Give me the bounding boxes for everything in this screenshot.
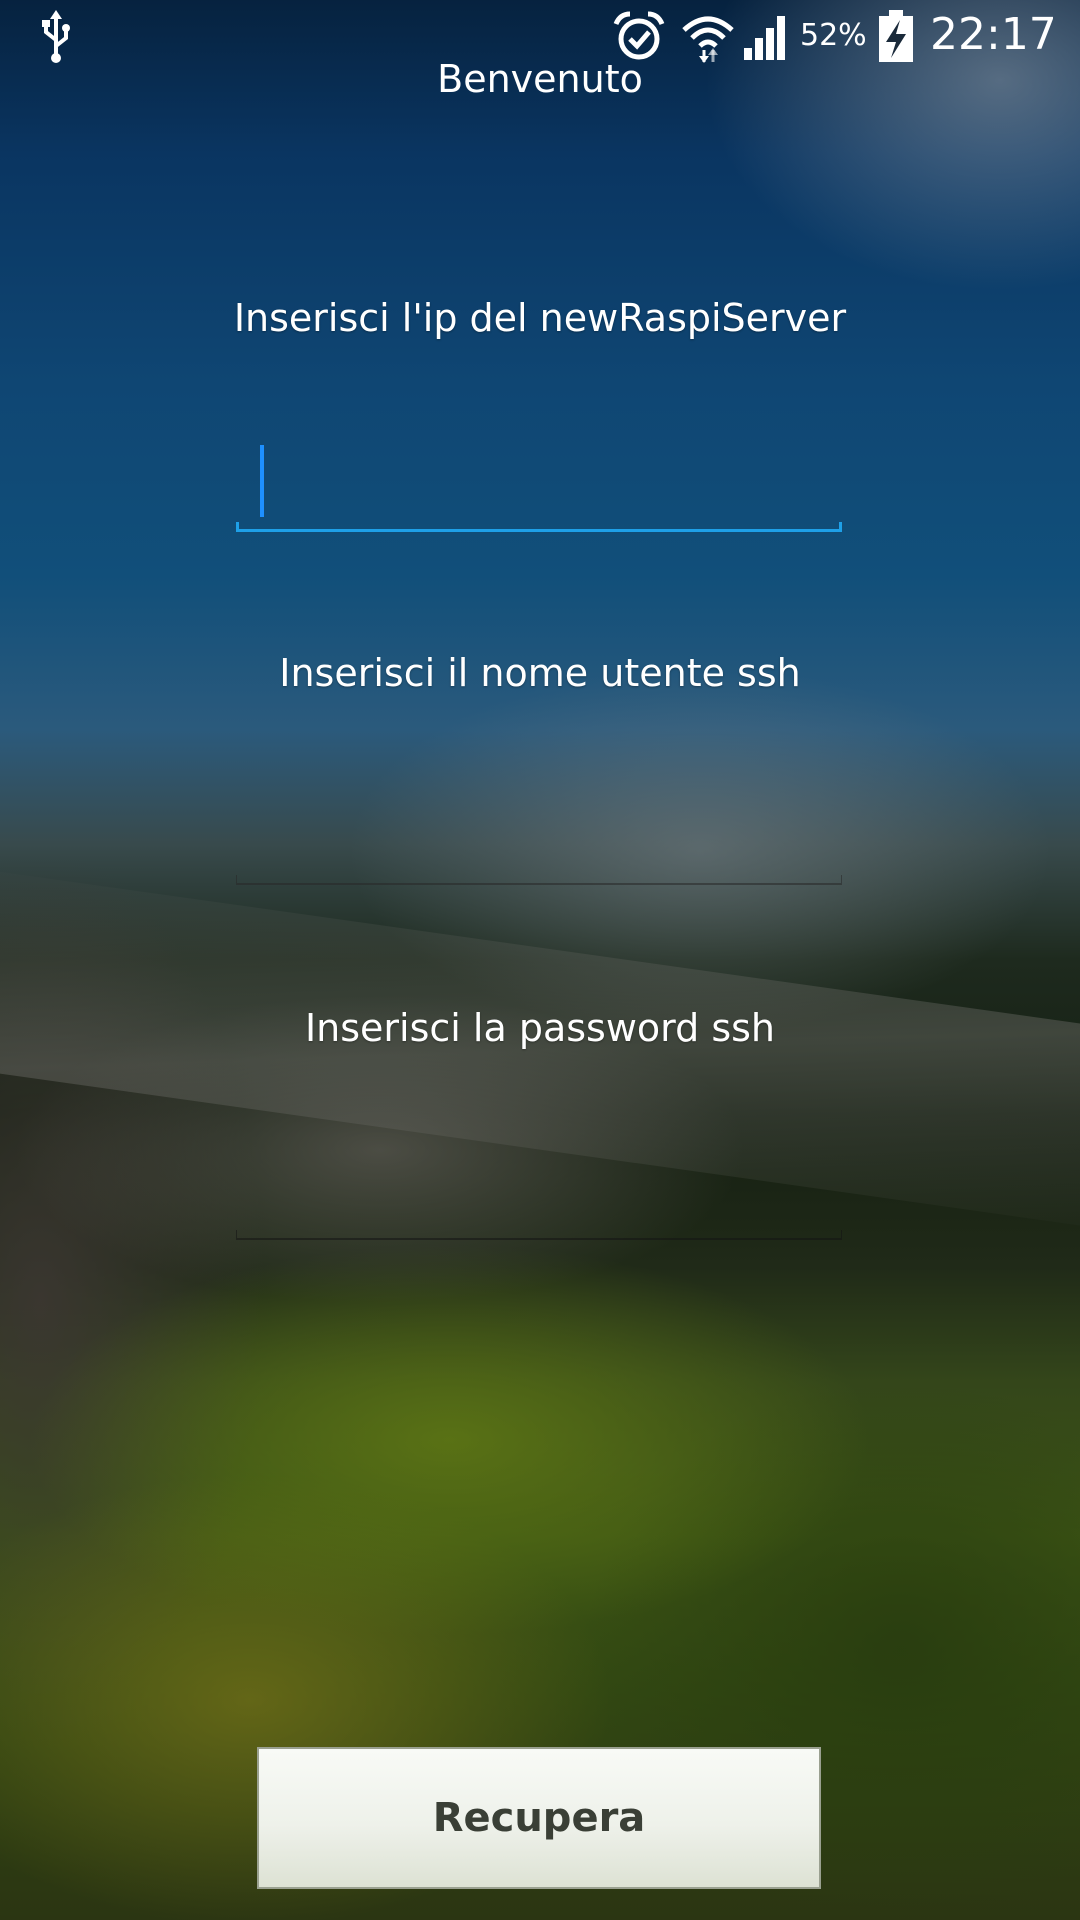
screen-title: Benvenuto: [437, 57, 643, 101]
background-wallpaper: [0, 0, 1080, 1920]
ip-input-underline: [236, 522, 842, 532]
status-clock: 22:17: [930, 9, 1057, 60]
ssh-username-label: Inserisci il nome utente ssh: [279, 651, 801, 695]
ssh-password-input[interactable]: [236, 1145, 842, 1235]
battery-percent: 52%: [800, 18, 867, 53]
ssh-password-label: Inserisci la password ssh: [304, 1006, 776, 1050]
ssh-username-underline: [236, 875, 842, 885]
ip-input[interactable]: [236, 440, 842, 530]
text-cursor: [260, 445, 264, 517]
ip-label: Inserisci l'ip del newRaspiServer: [233, 296, 847, 340]
cell-signal-icon: [744, 16, 785, 60]
ssh-password-underline: [236, 1230, 842, 1240]
retrieve-configuration-button[interactable]: Recupera Configurazione: [257, 1747, 821, 1889]
ssh-username-input[interactable]: [236, 790, 842, 880]
